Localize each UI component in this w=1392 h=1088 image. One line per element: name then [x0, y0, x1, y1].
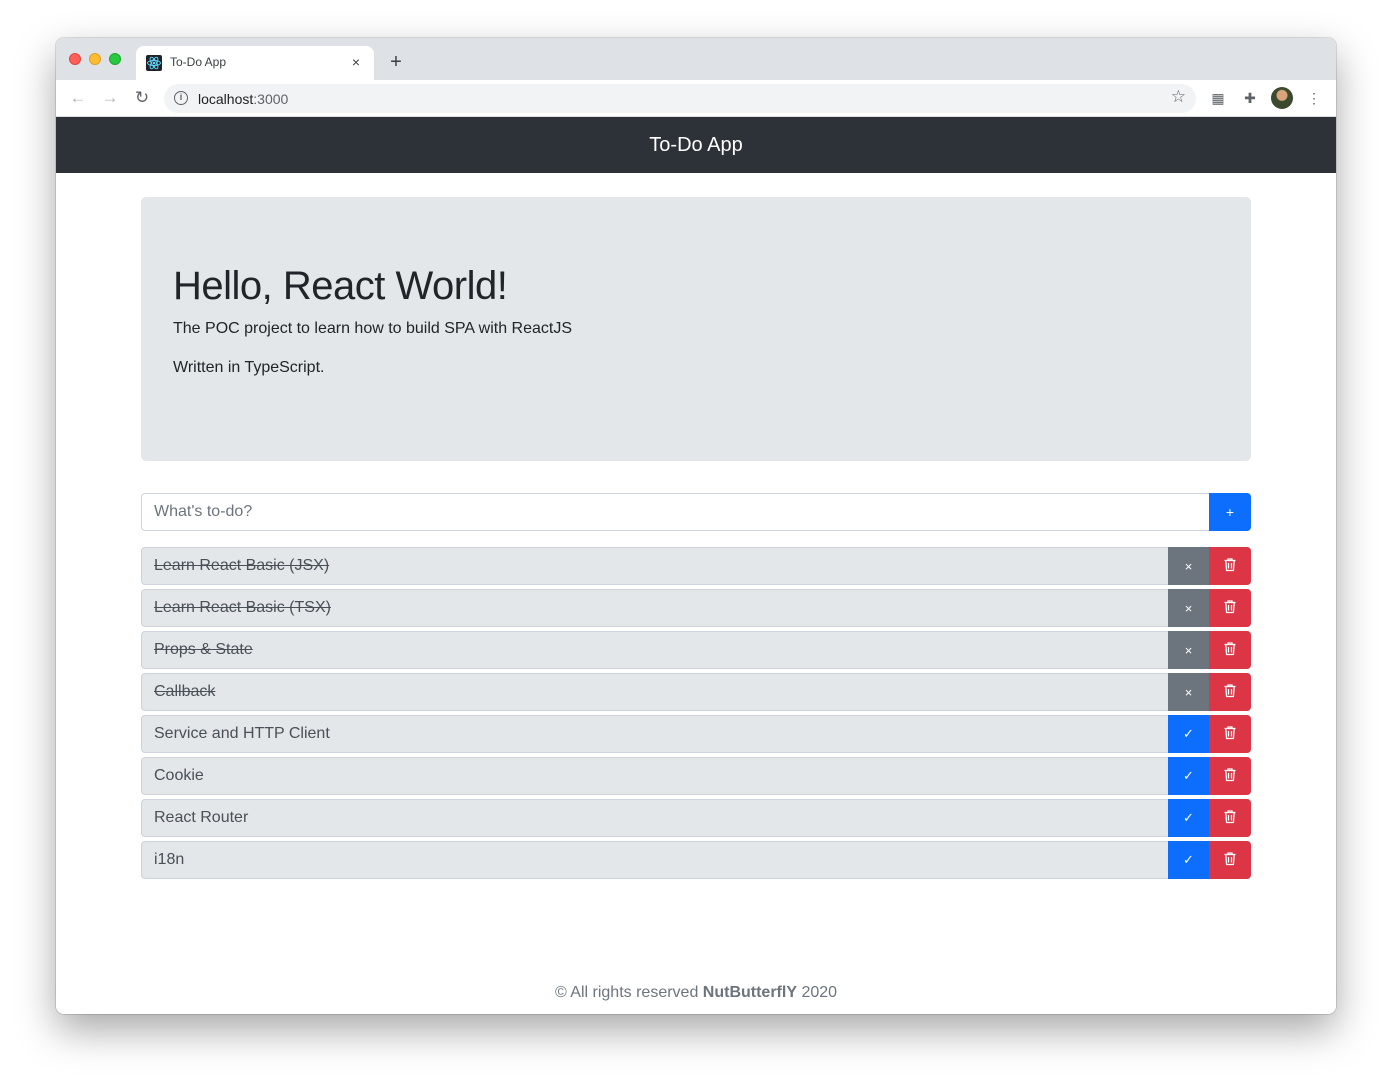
- todo-item: Props & State ×: [141, 631, 1251, 669]
- delete-todo-button[interactable]: [1209, 547, 1251, 585]
- x-icon: ×: [1184, 600, 1193, 616]
- x-icon: ×: [1184, 558, 1193, 574]
- todo-input[interactable]: [141, 493, 1209, 531]
- todo-text: Cookie: [141, 757, 1168, 795]
- check-icon: ✓: [1183, 810, 1194, 825]
- tab-strip: To-Do App × +: [56, 38, 1336, 80]
- extensions-puzzle-icon[interactable]: ✚: [1240, 88, 1260, 108]
- trash-icon: [1223, 767, 1237, 785]
- delete-todo-button[interactable]: [1209, 757, 1251, 795]
- footer: © All rights reserved NutButterflY 2020: [56, 984, 1336, 1002]
- mark-undone-button[interactable]: ×: [1168, 673, 1209, 711]
- todo-text: Props & State: [141, 631, 1168, 669]
- minimize-window-button[interactable]: [89, 53, 101, 65]
- url-text: localhost:3000: [198, 91, 288, 107]
- todo-item: Learn React Basic (TSX) ×: [141, 589, 1251, 627]
- todo-item: i18n ✓: [141, 841, 1251, 879]
- mark-done-button[interactable]: ✓: [1168, 841, 1209, 879]
- todo-input-group: +: [141, 493, 1251, 531]
- todo-text: Learn React Basic (TSX): [141, 589, 1168, 627]
- browser-window: To-Do App × + ← → ↻ i localhost:3000 ☆ ▦…: [56, 38, 1336, 1014]
- mark-undone-button[interactable]: ×: [1168, 631, 1209, 669]
- mark-done-button[interactable]: ✓: [1168, 799, 1209, 837]
- address-bar[interactable]: i localhost:3000 ☆: [164, 84, 1196, 113]
- tab-close-icon[interactable]: ×: [346, 52, 366, 72]
- tab-title: To-Do App: [170, 55, 227, 69]
- add-todo-button[interactable]: +: [1209, 493, 1251, 531]
- navbar-brand[interactable]: To-Do App: [649, 134, 742, 157]
- qr-code-icon[interactable]: ▦: [1208, 88, 1228, 108]
- delete-todo-button[interactable]: [1209, 631, 1251, 669]
- kebab-menu-icon[interactable]: ⋮: [1304, 88, 1324, 108]
- app-navbar: To-Do App: [56, 117, 1336, 173]
- react-icon: [146, 55, 162, 71]
- mark-done-button[interactable]: ✓: [1168, 715, 1209, 753]
- todo-item: Callback ×: [141, 673, 1251, 711]
- trash-icon: [1223, 557, 1237, 575]
- x-icon: ×: [1184, 684, 1193, 700]
- mark-undone-button[interactable]: ×: [1168, 547, 1209, 585]
- todo-text: i18n: [141, 841, 1168, 879]
- browser-toolbar: ← → ↻ i localhost:3000 ☆ ▦ ✚ ⋮: [56, 80, 1336, 117]
- mark-done-button[interactable]: ✓: [1168, 757, 1209, 795]
- tab-todo-app[interactable]: To-Do App ×: [136, 46, 374, 80]
- delete-todo-button[interactable]: [1209, 841, 1251, 879]
- todo-item: React Router ✓: [141, 799, 1251, 837]
- page-viewport: To-Do App Hello, React World! The POC pr…: [56, 117, 1336, 1014]
- todo-text: React Router: [141, 799, 1168, 837]
- url-port: :3000: [253, 91, 289, 107]
- todo-list: Learn React Basic (JSX) × Learn React Basi…: [141, 547, 1251, 879]
- trash-icon: [1223, 725, 1237, 743]
- todo-item: Service and HTTP Client ✓: [141, 715, 1251, 753]
- site-info-icon[interactable]: i: [174, 91, 188, 105]
- forward-arrow-icon[interactable]: →: [98, 86, 122, 110]
- trash-icon: [1223, 851, 1237, 869]
- check-icon: ✓: [1183, 726, 1194, 741]
- maximize-window-button[interactable]: [109, 53, 121, 65]
- footer-prefix: © All rights reserved: [554, 984, 703, 1001]
- url-host: localhost: [198, 91, 254, 107]
- todo-item: Cookie ✓: [141, 757, 1251, 795]
- mark-undone-button[interactable]: ×: [1168, 589, 1209, 627]
- todo-text: Learn React Basic (JSX): [141, 547, 1168, 585]
- x-icon: ×: [1184, 642, 1193, 658]
- delete-todo-button[interactable]: [1209, 589, 1251, 627]
- todo-item: Learn React Basic (JSX) ×: [141, 547, 1251, 585]
- new-tab-button[interactable]: +: [384, 50, 408, 74]
- reload-icon[interactable]: ↻: [130, 86, 154, 110]
- todo-text: Callback: [141, 673, 1168, 711]
- jumbotron-note: Written in TypeScript.: [173, 359, 325, 376]
- trash-icon: [1223, 599, 1237, 617]
- profile-avatar[interactable]: [1271, 87, 1293, 109]
- back-arrow-icon[interactable]: ←: [66, 86, 90, 110]
- delete-todo-button[interactable]: [1209, 799, 1251, 837]
- trash-icon: [1223, 809, 1237, 827]
- trash-icon: [1223, 641, 1237, 659]
- check-icon: ✓: [1183, 768, 1194, 783]
- main-container: Hello, React World! The POC project to l…: [141, 197, 1251, 883]
- jumbotron-subtitle: The POC project to learn how to build SP…: [173, 320, 573, 337]
- footer-author: NutButterflY: [702, 984, 797, 1001]
- delete-todo-button[interactable]: [1209, 715, 1251, 753]
- jumbotron: Hello, React World! The POC project to l…: [141, 197, 1251, 461]
- todo-text: Service and HTTP Client: [141, 715, 1168, 753]
- check-icon: ✓: [1183, 852, 1194, 867]
- delete-todo-button[interactable]: [1209, 673, 1251, 711]
- trash-icon: [1223, 683, 1237, 701]
- jumbotron-title: Hello, React World!: [173, 264, 508, 308]
- bookmark-star-icon[interactable]: ☆: [1171, 87, 1186, 107]
- footer-year: 2020: [797, 984, 838, 1001]
- close-window-button[interactable]: [69, 53, 81, 65]
